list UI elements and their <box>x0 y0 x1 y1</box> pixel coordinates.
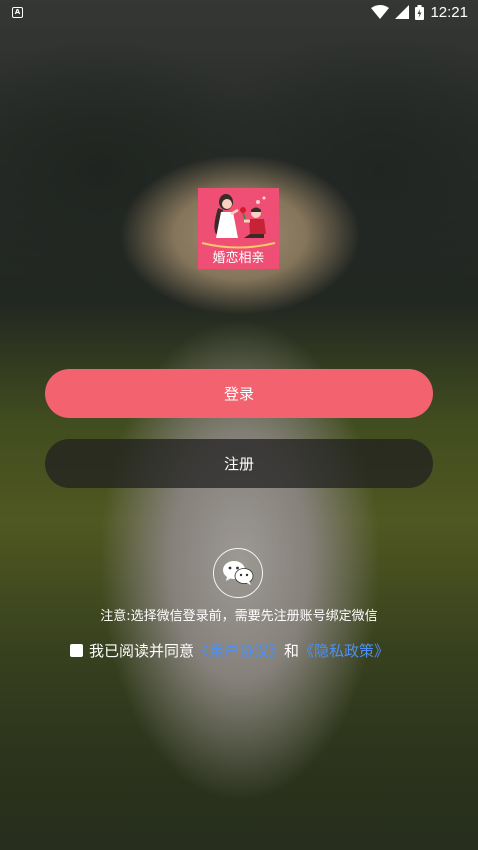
agreement-row: 我已阅读并同意 《用户协议》 和 《隐私政策》 <box>70 640 458 661</box>
agreement-checkbox[interactable] <box>70 644 83 657</box>
agreement-conjunction: 和 <box>284 642 300 660</box>
privacy-policy-link[interactable]: 《隐私政策》 <box>299 640 389 661</box>
register-button[interactable]: 注册 <box>45 439 433 488</box>
user-agreement-link[interactable]: 《用户协议》 <box>194 640 284 661</box>
app-logo: 婚恋相亲 <box>198 188 279 269</box>
battery-icon <box>415 4 425 20</box>
signal-icon <box>395 5 410 19</box>
background-photo <box>0 0 478 850</box>
login-button[interactable]: 登录 <box>45 369 433 418</box>
status-bar: A 12:21 <box>0 0 478 24</box>
wechat-icon <box>223 561 254 585</box>
wifi-icon <box>371 5 390 19</box>
wechat-login-button[interactable] <box>213 548 263 598</box>
app-notification-icon: A <box>12 6 23 18</box>
agreement-prefix: 我已阅读并同意 <box>89 642 195 660</box>
status-time: 12:21 <box>430 3 468 21</box>
wechat-login-notice: 注意:选择微信登录前，需要先注册账号绑定微信 <box>100 609 378 624</box>
logo-text: 婚恋相亲 <box>212 251 265 266</box>
